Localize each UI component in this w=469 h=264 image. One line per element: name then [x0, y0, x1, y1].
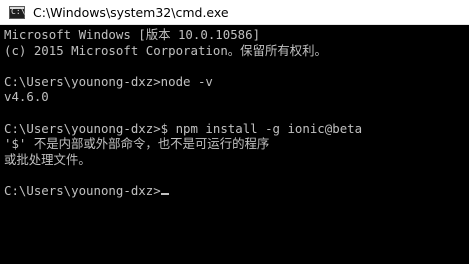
console-output[interactable]: Microsoft Windows [版本 10.0.10586] (c) 20…: [0, 25, 469, 264]
console-line: (c) 2015 Microsoft Corporation。保留所有权利。: [4, 42, 327, 58]
text-cursor: [160, 192, 169, 195]
title-bar[interactable]: C:\ C:\Windows\system32\cmd.exe: [0, 0, 469, 25]
console-line: C:\Users\younong-dxz>$ npm install -g io…: [4, 120, 363, 136]
console-line: 或批处理文件。: [4, 151, 91, 167]
window-title: C:\Windows\system32\cmd.exe: [33, 4, 229, 20]
console-line: Microsoft Windows [版本 10.0.10586]: [4, 27, 261, 42]
prompt-line[interactable]: C:\Users\younong-dxz>: [4, 183, 469, 199]
current-prompt: C:\Users\younong-dxz>: [4, 182, 161, 198]
cmd-icon: C:\: [9, 5, 25, 19]
console-line: C:\Users\younong-dxz>node -v: [4, 73, 213, 89]
console-line: '$' 不是内部或外部命令，也不是可运行的程序: [4, 136, 270, 152]
cmd-window: C:\ C:\Windows\system32\cmd.exe Microsof…: [0, 0, 469, 264]
console-line: v4.6.0: [4, 89, 49, 105]
